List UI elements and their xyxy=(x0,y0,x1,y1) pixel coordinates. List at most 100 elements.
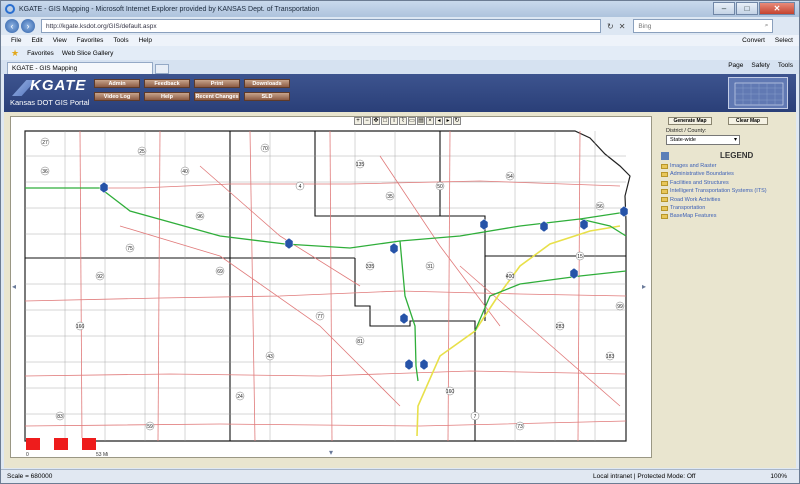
window-title: KGATE - GIS Mapping - Microsoft Internet… xyxy=(19,5,320,13)
close-button[interactable]: ✕ xyxy=(759,2,795,15)
route-label: 35 xyxy=(387,194,393,200)
pan-west-icon[interactable]: ◂ xyxy=(12,282,16,291)
identify-icon[interactable]: i xyxy=(390,117,398,125)
address-bar[interactable]: http://kgate.ksdot.org/GIS/default.aspx xyxy=(41,19,601,33)
video-log-button[interactable]: Video Log xyxy=(94,92,140,101)
favorites-button[interactable]: Favorites xyxy=(27,50,54,57)
route-label: 283 xyxy=(556,324,565,330)
route-label: 77 xyxy=(317,314,323,320)
favorites-bar: ★ Favorites Web Slice Gallery xyxy=(1,46,799,60)
menu-help[interactable]: Help xyxy=(139,37,152,44)
maximize-button[interactable]: □ xyxy=(736,2,758,15)
safety-menu[interactable]: Safety xyxy=(751,62,769,69)
search-icon[interactable]: ⌕ xyxy=(765,22,769,30)
pan-icon[interactable]: ✥ xyxy=(372,117,380,125)
legend-item[interactable]: BaseMap Features xyxy=(661,212,767,220)
route-label: 31 xyxy=(427,264,433,270)
map-toolbar: + − ✥ □ i ⌇ ▭ ▤ × ◂ ▸ ↻ xyxy=(354,117,461,125)
legend-item[interactable]: Facilities and Structures xyxy=(661,179,767,187)
route-label: 56 xyxy=(597,204,603,210)
zoom-in-icon[interactable]: + xyxy=(354,117,362,125)
help-button[interactable]: Help xyxy=(144,92,190,101)
pan-south-icon[interactable]: ▾ xyxy=(329,448,333,457)
legend-item[interactable]: Intelligent Transportation Systems (ITS) xyxy=(661,187,767,195)
legend-list: Images and Raster Administrative Boundar… xyxy=(661,162,767,221)
page-menu[interactable]: Page xyxy=(728,62,743,69)
route-label: 15 xyxy=(577,254,583,260)
refresh-map-icon[interactable]: ↻ xyxy=(453,117,461,125)
pan-east-icon[interactable]: ▸ xyxy=(642,282,646,291)
route-label: 4 xyxy=(299,184,302,190)
zoom-out-icon[interactable]: − xyxy=(363,117,371,125)
menu-bar: File Edit View Favorites Tools Help Conv… xyxy=(1,35,799,46)
folder-icon xyxy=(661,188,668,194)
clear-map-button[interactable]: Clear Map xyxy=(728,117,768,125)
route-label: 135 xyxy=(356,162,365,168)
stop-icon[interactable]: ✕ xyxy=(619,22,626,31)
print-button[interactable]: Print xyxy=(194,79,240,88)
zoom-level[interactable]: 100% xyxy=(770,473,787,480)
legend-item[interactable]: Images and Raster xyxy=(661,162,767,170)
admin-button[interactable]: Admin xyxy=(94,79,140,88)
select-button[interactable]: Select xyxy=(775,35,793,46)
folder-icon xyxy=(661,214,668,220)
back-icon[interactable]: ‹ xyxy=(5,19,19,33)
favorites-star-icon[interactable]: ★ xyxy=(11,48,19,59)
folder-icon xyxy=(661,205,668,211)
folder-icon xyxy=(661,197,668,203)
recent-changes-button[interactable]: Recent Changes xyxy=(194,92,240,101)
legend-item[interactable]: Transportation xyxy=(661,204,767,212)
minimize-button[interactable]: – xyxy=(713,2,735,15)
route-label: 25 xyxy=(139,149,145,155)
full-extent-icon[interactable]: □ xyxy=(381,117,389,125)
sld-button[interactable]: SLD xyxy=(244,92,290,101)
status-bar: Scale = 680000 Local intranet | Protecte… xyxy=(1,469,799,483)
clear-selection-icon[interactable]: × xyxy=(426,117,434,125)
select-icon[interactable]: ▭ xyxy=(408,117,416,125)
tab-kgate[interactable]: KGATE - GIS Mapping xyxy=(7,62,153,74)
ie-logo-icon xyxy=(5,4,15,14)
menu-view[interactable]: View xyxy=(53,37,67,44)
district-select[interactable]: State-wide xyxy=(666,135,740,145)
legend-toggle-icon[interactable] xyxy=(661,152,669,160)
legend-item[interactable]: Road Work Activities xyxy=(661,196,767,204)
security-zone: Local intranet | Protected Mode: Off xyxy=(593,473,696,480)
previous-extent-icon[interactable]: ◂ xyxy=(435,117,443,125)
menu-file[interactable]: File xyxy=(11,37,21,44)
search-box[interactable]: Bing ⌕ xyxy=(633,19,774,33)
legend-title: LEGEND xyxy=(720,151,754,160)
menu-favorites[interactable]: Favorites xyxy=(77,37,104,44)
convert-button[interactable]: Convert xyxy=(742,35,765,46)
route-label: 70 xyxy=(262,146,268,152)
browser-window: KGATE - GIS Mapping - Microsoft Internet… xyxy=(0,0,800,484)
menu-edit[interactable]: Edit xyxy=(31,37,42,44)
folder-icon xyxy=(661,163,668,169)
generate-map-button[interactable]: Generate Map xyxy=(668,117,712,125)
new-tab-button[interactable] xyxy=(155,64,169,74)
scale-status: Scale = 680000 xyxy=(7,473,53,480)
refresh-icon[interactable]: ↻ xyxy=(607,22,614,31)
route-label: 43 xyxy=(267,354,273,360)
kansas-map[interactable]: 27 36 83 25 40 70 135 35 50 54 56 75 69 … xyxy=(20,126,642,449)
web-slice-gallery-link[interactable]: Web Slice Gallery xyxy=(62,50,114,57)
route-label: 183 xyxy=(606,354,615,360)
route-label: 83 xyxy=(57,414,63,420)
folder-icon xyxy=(661,172,668,178)
tools-menu[interactable]: Tools xyxy=(778,62,793,69)
district-label: District / County: xyxy=(666,128,707,134)
next-extent-icon[interactable]: ▸ xyxy=(444,117,452,125)
portal-subtitle: Kansas DOT GIS Portal xyxy=(10,98,90,107)
feedback-button[interactable]: Feedback xyxy=(144,79,190,88)
overview-map[interactable] xyxy=(728,77,788,109)
route-label: 166 xyxy=(76,324,85,330)
print-map-icon[interactable]: ▤ xyxy=(417,117,425,125)
downloads-button[interactable]: Downloads xyxy=(244,79,290,88)
route-label: 24 xyxy=(237,394,243,400)
forward-icon[interactable]: › xyxy=(21,19,35,33)
route-label: 400 xyxy=(506,274,515,280)
route-label: 160 xyxy=(446,389,455,395)
legend-item[interactable]: Administrative Boundaries xyxy=(661,170,767,178)
menu-tools[interactable]: Tools xyxy=(113,37,128,44)
title-bar: KGATE - GIS Mapping - Microsoft Internet… xyxy=(1,1,799,17)
measure-icon[interactable]: ⌇ xyxy=(399,117,407,125)
